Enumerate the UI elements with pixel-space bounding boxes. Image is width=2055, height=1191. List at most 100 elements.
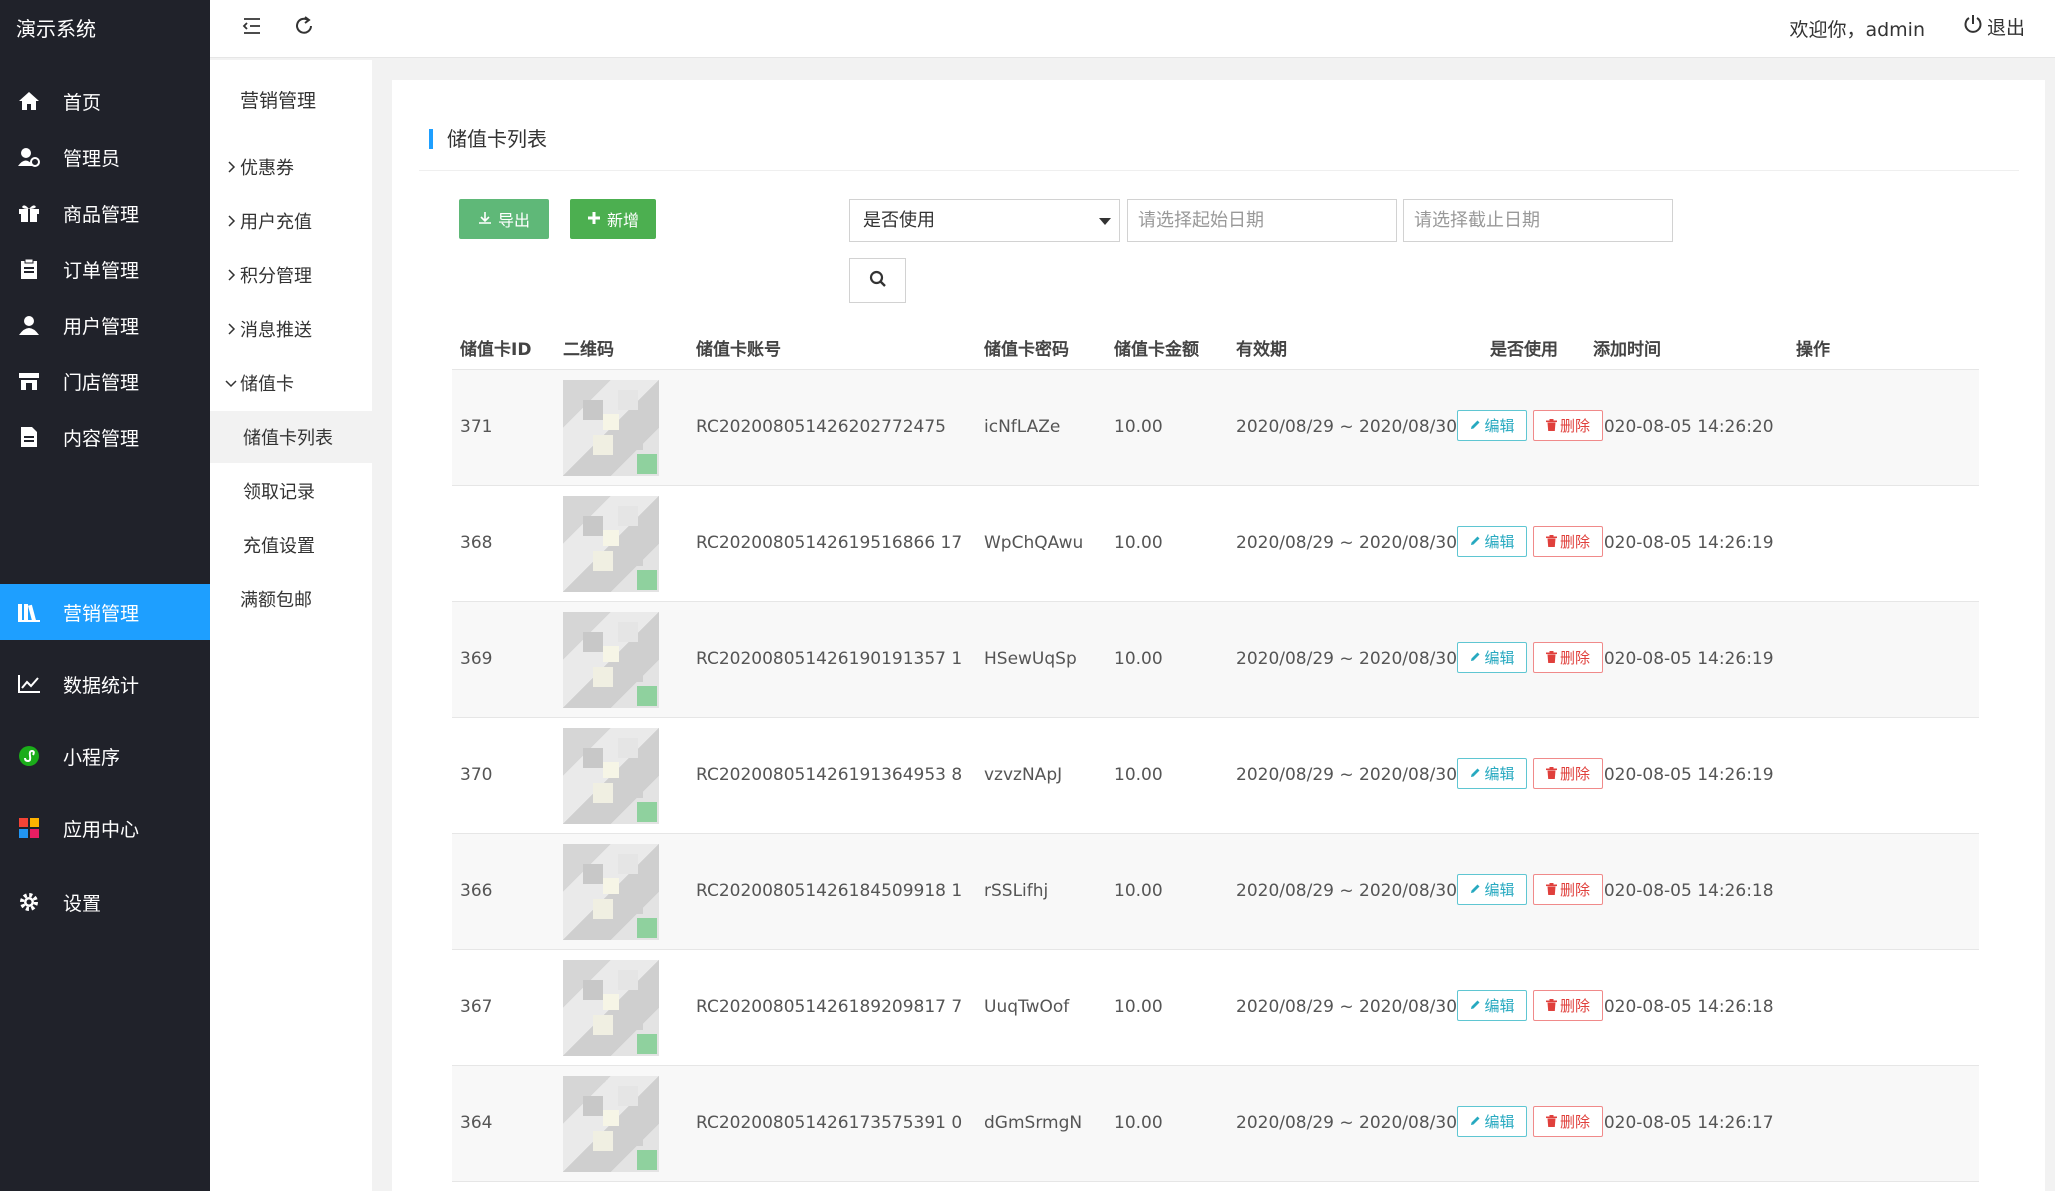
trash-icon — [1545, 765, 1557, 783]
column-header: 储值卡账号 — [696, 340, 781, 360]
sidebar-item-marketing[interactable]: 营销管理 — [0, 584, 210, 640]
cell-added-time: 2020-08-05 14:26:20 — [1593, 417, 1774, 437]
trash-icon — [1545, 997, 1557, 1015]
column-header: 添加时间 — [1593, 340, 1661, 360]
export-label: 导出 — [497, 211, 530, 230]
qr-code-image — [563, 380, 659, 476]
edit-button[interactable]: 编辑 — [1457, 990, 1527, 1021]
delete-button[interactable]: 删除 — [1533, 1106, 1603, 1137]
cell-validity: 2020/08/29 ~ 2020/08/30 — [1236, 765, 1458, 785]
sidebar-item-statistics[interactable]: 数据统计 — [0, 656, 210, 712]
cell-added-time: 2020-08-05 14:26:17 — [1593, 1113, 1774, 1133]
sidebar-item-stores[interactable]: 门店管理 — [0, 353, 210, 409]
pencil-icon — [1469, 649, 1481, 667]
edit-button[interactable]: 编辑 — [1457, 642, 1527, 673]
subnav-item-claim-records[interactable]: 领取记录 — [210, 465, 372, 517]
cell-account: RC202008051426184509918 1 — [696, 881, 963, 901]
subnav-item-points[interactable]: 积分管理 — [210, 249, 372, 301]
subnav-item-coupons[interactable]: 优惠券 — [210, 141, 372, 193]
subnav-item-label: 消息推送 — [240, 320, 312, 341]
books-icon — [17, 601, 41, 623]
edit-button[interactable]: 编辑 — [1457, 874, 1527, 905]
app-title: 演示系统 — [16, 17, 96, 41]
sidebar-item-content[interactable]: 内容管理 — [0, 409, 210, 465]
cell-account: RC20200805142619516866 17 — [696, 533, 963, 553]
table-row: 371 RC202008051426202772475 icNfLAZe 10.00 2… — [452, 370, 1979, 486]
delete-button[interactable]: 删除 — [1533, 758, 1603, 789]
usage-select[interactable]: 是否使用 — [849, 199, 1120, 242]
menu-collapse-icon[interactable] — [240, 14, 264, 38]
add-label: 新增 — [606, 211, 639, 230]
cell-password: WpChQAwu — [984, 533, 1084, 553]
sidebar-item-label: 内容管理 — [63, 427, 140, 450]
sidebar-item-label: 数据统计 — [63, 674, 140, 697]
cell-validity: 2020/08/29 ~ 2020/08/30 — [1236, 881, 1458, 901]
sidebar-item-products[interactable]: 商品管理 — [0, 185, 210, 241]
delete-label: 删除 — [1559, 765, 1590, 783]
cell-validity: 2020/08/29 ~ 2020/08/30 — [1236, 997, 1458, 1017]
column-header: 有效期 — [1236, 340, 1287, 360]
edit-button[interactable]: 编辑 — [1457, 526, 1527, 557]
sidebar: 演示系统 首页 管理员 商品管理 订单管理 用户管理 门店管理 内容管理 营销管… — [0, 0, 210, 1191]
subnav-item-recharge-settings[interactable]: 充值设置 — [210, 519, 372, 571]
edit-button[interactable]: 编辑 — [1457, 410, 1527, 441]
delete-label: 删除 — [1559, 1113, 1590, 1131]
edit-label: 编辑 — [1484, 881, 1515, 899]
cell-added-time: 2020-08-05 14:26:19 — [1593, 649, 1774, 669]
subnav-title: 营销管理 — [240, 90, 317, 112]
sidebar-item-label: 小程序 — [63, 746, 121, 769]
cell-validity: 2020/08/29 ~ 2020/08/30 — [1236, 649, 1458, 669]
main-panel: 储值卡列表 导出 新增 是否使用 储值卡ID 二维码 储值卡账号 储值卡密码 储… — [392, 80, 2045, 1191]
subnav-item-stored-card[interactable]: 储值卡 — [210, 357, 372, 409]
sidebar-item-miniprogram[interactable]: 小程序 — [0, 728, 210, 784]
export-button[interactable]: 导出 — [459, 199, 549, 239]
page-title: 储值卡列表 — [429, 129, 547, 149]
edit-button[interactable]: 编辑 — [1457, 758, 1527, 789]
logout-label: 退出 — [1986, 17, 2025, 39]
chevron-right-icon — [224, 214, 238, 228]
pencil-icon — [1469, 1113, 1481, 1131]
cell-id: 371 — [460, 417, 493, 437]
add-button[interactable]: 新增 — [570, 199, 656, 239]
sidebar-item-admin[interactable]: 管理员 — [0, 129, 210, 185]
subnav-item-label: 用户充值 — [240, 212, 312, 233]
delete-button[interactable]: 删除 — [1533, 410, 1603, 441]
sidebar-item-label: 营销管理 — [63, 602, 140, 625]
cell-validity: 2020/08/29 ~ 2020/08/30 — [1236, 533, 1458, 553]
edit-button[interactable]: 编辑 — [1457, 1106, 1527, 1137]
home-icon — [17, 90, 41, 112]
delete-label: 删除 — [1559, 417, 1590, 435]
qr-code-image — [563, 1076, 659, 1172]
search-button[interactable] — [849, 258, 906, 303]
pencil-icon — [1469, 417, 1481, 435]
gear-icon — [17, 891, 41, 913]
column-header: 二维码 — [563, 340, 614, 360]
qr-code-image — [563, 728, 659, 824]
trash-icon — [1545, 649, 1557, 667]
delete-button[interactable]: 删除 — [1533, 874, 1603, 905]
subnav-item-push[interactable]: 消息推送 — [210, 303, 372, 355]
sidebar-item-users[interactable]: 用户管理 — [0, 297, 210, 353]
sidebar-item-home[interactable]: 首页 — [0, 73, 210, 129]
delete-button[interactable]: 删除 — [1533, 526, 1603, 557]
sidebar-item-label: 商品管理 — [63, 203, 140, 226]
logout-button[interactable]: 退出 — [1963, 13, 2025, 40]
cell-added-time: 2020-08-05 14:26:19 — [1593, 765, 1774, 785]
subnav-item-card-list[interactable]: 储值卡列表 — [210, 411, 372, 463]
cell-amount: 10.00 — [1114, 881, 1163, 901]
subnav-item-recharge[interactable]: 用户充值 — [210, 195, 372, 247]
subnav-item-free-shipping[interactable]: 满额包邮 — [210, 573, 372, 625]
cell-id: 369 — [460, 649, 493, 669]
sidebar-item-apps[interactable]: 应用中心 — [0, 800, 210, 856]
delete-button[interactable]: 删除 — [1533, 642, 1603, 673]
edit-label: 编辑 — [1484, 417, 1515, 435]
start-date-input[interactable] — [1127, 199, 1397, 242]
cell-id: 364 — [460, 1113, 493, 1133]
delete-button[interactable]: 删除 — [1533, 990, 1603, 1021]
column-header: 储值卡密码 — [984, 340, 1069, 360]
end-date-input[interactable] — [1403, 199, 1673, 242]
sidebar-item-settings[interactable]: 设置 — [0, 874, 210, 930]
cell-account: RC202008051426202772475 — [696, 417, 946, 437]
sidebar-item-orders[interactable]: 订单管理 — [0, 241, 210, 297]
refresh-icon[interactable] — [292, 14, 316, 38]
